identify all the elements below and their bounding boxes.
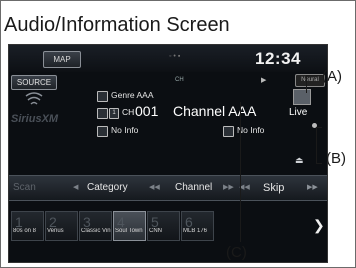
category-button[interactable]: Category bbox=[87, 176, 128, 200]
preset-bar: 1 80s on 8 2 Venus 3 Classic Vin 4 Soul … bbox=[9, 205, 327, 259]
preset-label: Classic Vin bbox=[81, 228, 111, 234]
next-page-icon[interactable]: ❯ bbox=[313, 217, 325, 234]
callout-b-bracket bbox=[316, 127, 322, 128]
category-prev-icon[interactable]: ◀ bbox=[73, 176, 78, 200]
preset-label: Venus bbox=[47, 228, 64, 234]
skip-next-icon[interactable]: ▶▶ bbox=[307, 176, 318, 200]
source-button[interactable]: SOURCE bbox=[11, 75, 57, 90]
siriusxm-logo: SiriusXM bbox=[11, 113, 59, 125]
genre-text: Genre AAA bbox=[111, 90, 154, 100]
genre-icon bbox=[97, 91, 108, 102]
status-dots-icon: ◦ • ▪ bbox=[169, 53, 181, 60]
preset-4[interactable]: 4 Soul Town bbox=[113, 211, 146, 241]
channel-button[interactable]: Channel bbox=[175, 176, 212, 200]
preset-label: MLB 176 bbox=[183, 228, 208, 234]
song-icon bbox=[223, 126, 234, 137]
callout-b-bracket bbox=[316, 163, 322, 164]
artist-info: No Info bbox=[111, 125, 139, 135]
preset-label: Soul Town bbox=[115, 228, 143, 234]
song-info: No Info bbox=[237, 125, 265, 135]
callout-a: (A) bbox=[322, 68, 342, 85]
callout-a-line bbox=[306, 75, 322, 76]
preset-badge: 1 bbox=[109, 108, 119, 119]
signal-waves-icon bbox=[25, 92, 43, 105]
channel-next-icon[interactable]: ▶▶ bbox=[223, 176, 234, 200]
live-thumbnail-icon bbox=[293, 89, 311, 105]
channel-icon bbox=[97, 108, 108, 119]
preset-6[interactable]: 6 MLB 176 bbox=[181, 211, 214, 241]
preset-label: CNN bbox=[149, 228, 162, 234]
control-bar: Scan ◀ Category ◀◀ Channel ▶▶ ◀◀ Skip ▶▶ bbox=[9, 175, 327, 201]
channel-name: Channel AAA bbox=[173, 103, 257, 119]
ch-prefix: CH bbox=[122, 107, 135, 117]
audio-screen: MAP ◦ • ▪ 12:34 SOURCE SiriusXM CH ▶ Neu… bbox=[8, 44, 328, 263]
callout-c: (C) bbox=[226, 244, 247, 261]
callout-a-line bbox=[306, 75, 307, 93]
clock: 12:34 bbox=[255, 49, 301, 68]
map-button[interactable]: MAP bbox=[43, 51, 81, 68]
preset-1[interactable]: 1 80s on 8 bbox=[11, 211, 44, 241]
callout-c-line bbox=[240, 102, 241, 242]
channel-prev-icon[interactable]: ◀◀ bbox=[149, 176, 160, 200]
callout-b-bracket bbox=[316, 127, 317, 163]
ch-indicator: CH bbox=[175, 77, 184, 83]
skip-button[interactable]: Skip bbox=[263, 176, 284, 200]
scan-button[interactable]: Scan bbox=[13, 176, 36, 200]
callout-b: (B) bbox=[326, 150, 346, 167]
preset-2[interactable]: 2 Venus bbox=[45, 211, 78, 241]
play-arrow-icon: ▶ bbox=[261, 77, 267, 84]
live-label: Live bbox=[289, 107, 308, 118]
artist-icon bbox=[97, 126, 108, 137]
preset-3[interactable]: 3 Classic Vin bbox=[79, 211, 112, 241]
figure-heading: Audio/Information Screen bbox=[4, 14, 230, 36]
channel-number: 001 bbox=[135, 103, 159, 119]
eject-icon[interactable]: ⏏ bbox=[295, 155, 304, 166]
top-bar: MAP ◦ • ▪ 12:34 bbox=[9, 45, 327, 72]
preset-5[interactable]: 5 CNN bbox=[147, 211, 180, 241]
preset-label: 80s on 8 bbox=[13, 228, 37, 234]
